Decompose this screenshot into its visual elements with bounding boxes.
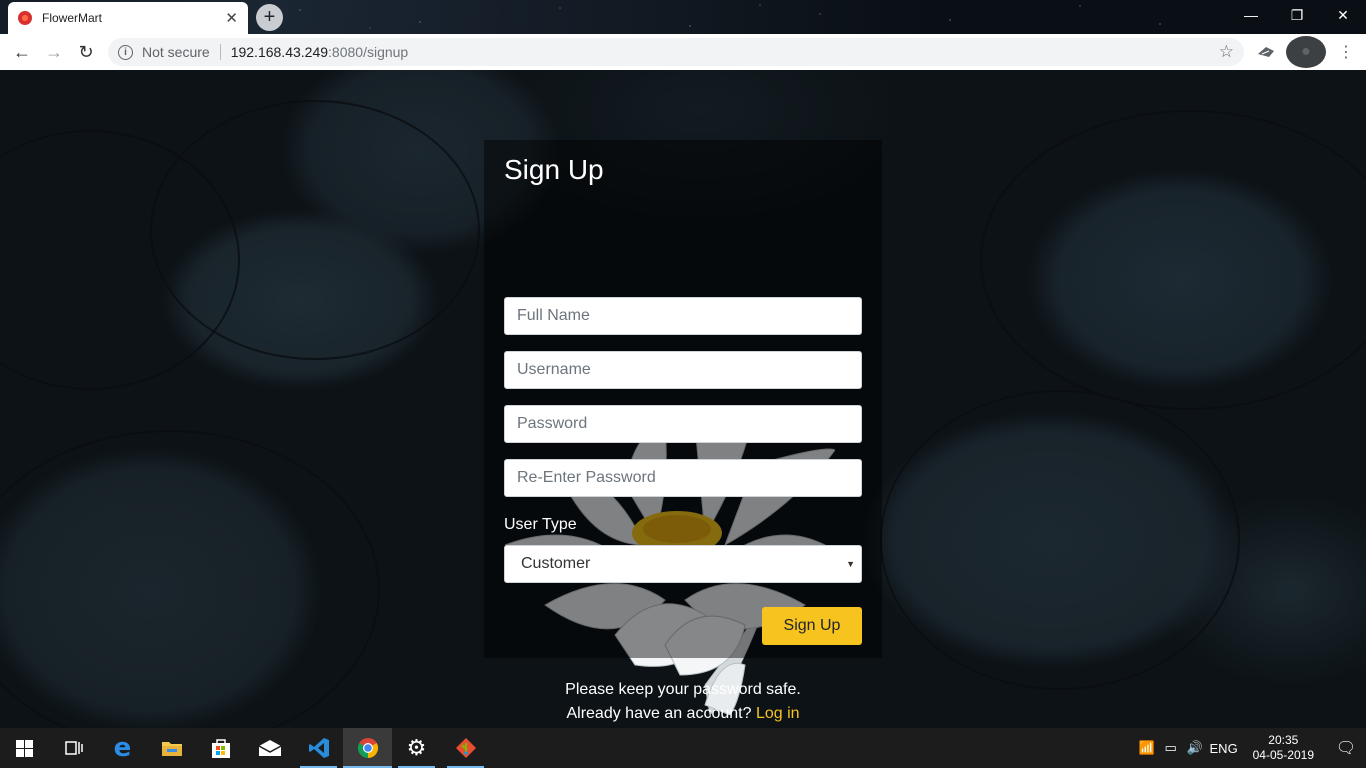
user-type-select[interactable]: Customer ▼ [504,545,862,583]
git-icon[interactable] [441,728,490,768]
clock[interactable]: 20:35 04-05-2019 [1253,733,1314,763]
clock-time: 20:35 [1268,733,1299,747]
login-link[interactable]: Log in [756,705,800,722]
user-type-selected-value: Customer [521,555,591,572]
password-input[interactable] [504,405,862,443]
browser-tab[interactable]: FlowerMart ✕ [8,2,248,34]
login-prompt-text: Already have an account? [566,705,756,722]
notification-center-icon[interactable]: 🗨 [1326,738,1366,758]
info-icon[interactable]: i [118,44,133,60]
lily-pad-outline [0,430,380,728]
page-title: Sign Up [504,154,604,185]
address-separator [219,44,221,60]
chrome-icon[interactable] [343,728,392,768]
username-input[interactable] [504,351,862,389]
flower-favicon-icon [18,11,32,25]
back-button[interactable]: ← [6,36,38,68]
login-prompt: Already have an account? Log in [484,705,882,723]
lily-pad-outline [880,390,1240,690]
extension-icon[interactable] [1246,36,1286,68]
star-icon[interactable]: ☆ [1219,42,1234,62]
address-bar[interactable]: i Not secure 192.168.43.249:8080/signup … [108,38,1244,66]
minimize-button[interactable]: — [1228,0,1274,30]
signup-button[interactable]: Sign Up [762,607,862,645]
network-icon[interactable]: 📶 [1135,740,1159,756]
vscode-icon[interactable] [294,728,343,768]
system-tray: 📶 ▭ 🔊 ENG 20:35 04-05-2019 🗨 [1135,728,1366,768]
url-path[interactable]: :8080/signup [328,44,408,60]
user-type-label: User Type [504,516,577,533]
restore-button[interactable]: ❐ [1274,0,1320,30]
store-icon[interactable] [196,728,245,768]
battery-icon[interactable]: ▭ [1159,740,1183,756]
browser-toolbar: ← → ↻ i Not secure 192.168.43.249:8080/s… [0,34,1366,70]
clock-date: 04-05-2019 [1252,748,1314,762]
toolbar-actions: ● ⋮ [1246,36,1366,68]
new-tab-button[interactable]: + [256,4,283,31]
lily-pad-outline [980,110,1366,410]
edge-browser-icon[interactable]: e [98,728,147,768]
windows-start-icon[interactable] [0,728,49,768]
browser-titlebar: FlowerMart ✕ + — ❐ ✕ [0,0,1366,34]
signup-card: Sign Up User Type Customer ▼ Sign Up Ple… [484,140,882,722]
page-background: Sign Up User Type Customer ▼ Sign Up Ple… [0,70,1366,728]
close-window-button[interactable]: ✕ [1320,0,1366,30]
dropdown-arrow-icon: ▼ [846,559,855,569]
full-name-input[interactable] [504,297,862,335]
volume-icon[interactable]: 🔊 [1183,740,1207,756]
tab-close-icon[interactable]: ✕ [225,11,238,26]
mail-icon[interactable] [245,728,294,768]
task-view-icon[interactable] [49,728,98,768]
password-safety-note: Please keep your password safe. [565,681,801,698]
settings-gear-icon[interactable]: ⚙ [392,728,441,768]
menu-icon[interactable]: ⋮ [1326,36,1366,68]
profile-icon[interactable]: ● [1286,36,1326,68]
security-indicator[interactable]: Not secure [142,44,210,60]
tab-title: FlowerMart [42,11,103,25]
window-controls: — ❐ ✕ [1228,0,1366,30]
reenter-password-input[interactable] [504,459,862,497]
forward-button[interactable]: → [38,36,70,68]
url-host[interactable]: 192.168.43.249 [231,44,328,60]
language-indicator[interactable]: ENG [1207,741,1241,756]
reload-button[interactable]: ↻ [70,36,102,68]
windows-taskbar: e ⚙ 📶 ▭ 🔊 ENG 20:35 04-05-2019 🗨 [0,728,1366,768]
file-explorer-icon[interactable] [147,728,196,768]
